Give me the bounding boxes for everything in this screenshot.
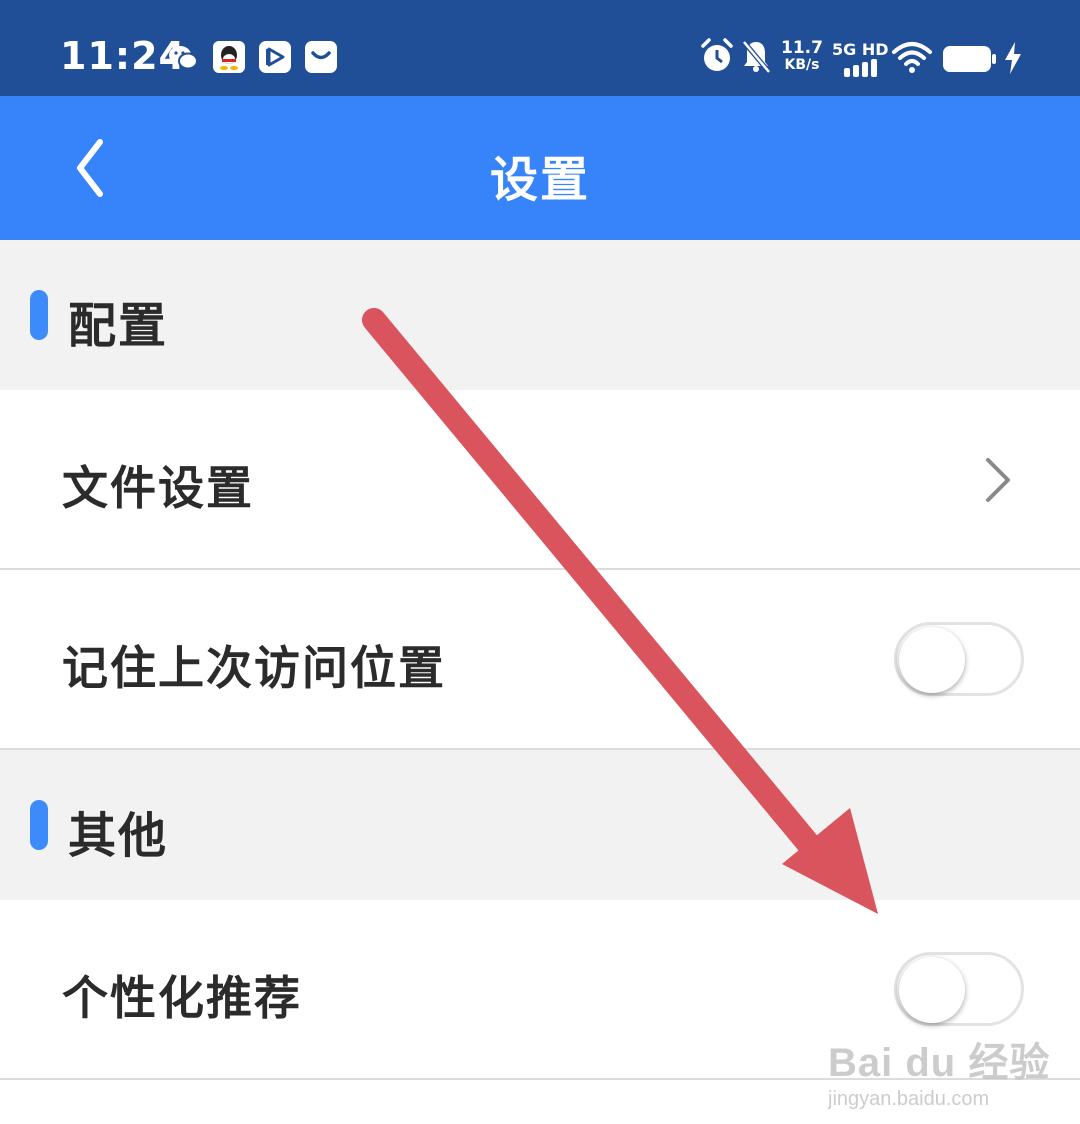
app-bar: 设置 xyxy=(0,96,1080,240)
row-label: 记住上次访问位置 xyxy=(62,641,446,695)
remember-location-toggle[interactable] xyxy=(894,622,1024,696)
charging-icon xyxy=(1002,42,1024,82)
qq-icon xyxy=(212,40,246,74)
baidu-jingyan-watermark: Bai du 经验 jingyan.baidu.com xyxy=(828,1030,1050,1111)
section-header-config: 配置 xyxy=(0,240,1080,390)
message-app-icon xyxy=(304,40,338,74)
section-accent-bar xyxy=(30,290,48,340)
network-label: 5G HD xyxy=(832,40,889,59)
section-header-other: 其他 xyxy=(0,750,1080,900)
status-bar: 11:24 11.7 KB/s 5G HD xyxy=(0,0,1080,96)
toggle-knob xyxy=(899,957,965,1023)
row-label: 文件设置 xyxy=(62,461,254,515)
section-title: 配置 xyxy=(68,298,169,354)
toggle-knob xyxy=(899,627,965,693)
section-accent-bar xyxy=(30,800,48,850)
row-remember-location[interactable]: 记住上次访问位置 xyxy=(0,570,1080,748)
network-type: 5G HD xyxy=(832,40,889,77)
personalized-recommendation-toggle[interactable] xyxy=(894,952,1024,1026)
battery-icon xyxy=(942,44,998,84)
wechat-icon xyxy=(166,40,200,74)
row-label: 个性化推荐 xyxy=(62,971,302,1025)
signal-icon xyxy=(844,59,877,77)
section-title: 其他 xyxy=(68,808,169,864)
speed-value: 11.7 xyxy=(781,38,823,58)
speed-unit: KB/s xyxy=(784,57,820,73)
wifi-icon xyxy=(892,40,932,80)
video-app-icon xyxy=(258,40,292,74)
row-file-settings[interactable]: 文件设置 xyxy=(0,390,1080,568)
watermark-logo: Bai du 经验 xyxy=(828,1041,1051,1085)
alarm-icon xyxy=(700,36,734,76)
mute-icon xyxy=(740,36,772,76)
chevron-right-icon xyxy=(986,458,1010,502)
page-title: 设置 xyxy=(489,152,590,208)
watermark-url: jingyan.baidu.com xyxy=(828,1088,990,1110)
network-speed: 11.7 KB/s xyxy=(781,40,823,74)
